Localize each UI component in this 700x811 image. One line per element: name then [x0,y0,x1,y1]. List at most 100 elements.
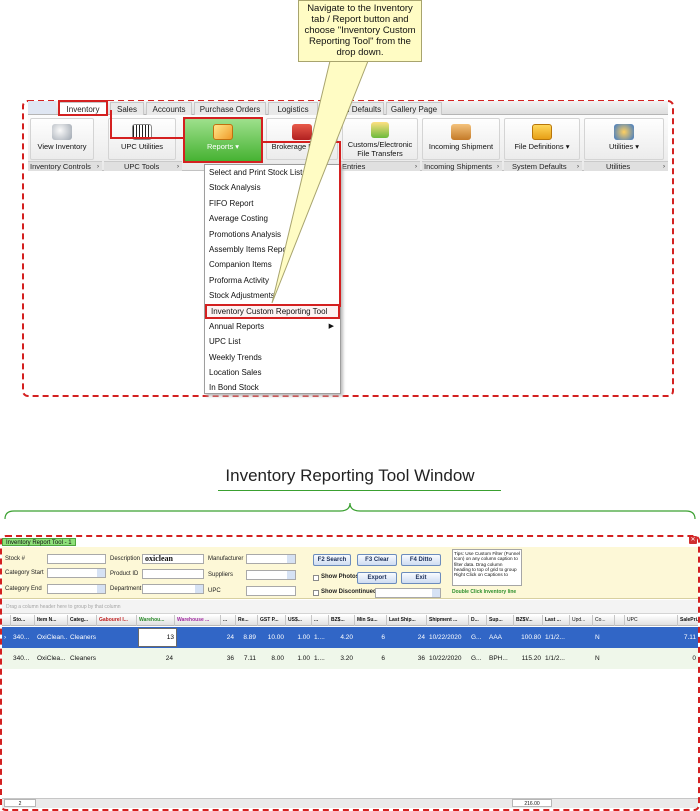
tab-logistics[interactable]: Logistics [268,102,318,115]
column-header[interactable]: US$... [286,615,312,626]
column-header[interactable]: ... [312,615,329,626]
upc-label: UPC [208,588,221,594]
category-end-select[interactable] [47,584,106,594]
product-id-input[interactable] [142,569,204,579]
menu-item-fifo-report[interactable]: FIFO Report [205,196,340,211]
column-header[interactable]: D... [469,615,487,626]
file-definitions-button[interactable]: File Definitions ▾ [504,118,580,160]
upc-input[interactable] [246,586,296,596]
column-header[interactable]: Upd... [570,615,593,626]
menu-item-inventory-custom-reporting-tool[interactable]: Inventory Custom Reporting Tool [205,303,340,319]
table-row[interactable]: 340... OxiClea... Cleaners 24 36 7.11 8.… [2,648,698,669]
menu-item-location-sales[interactable]: Location Sales [205,365,340,380]
column-header[interactable]: Sup... [487,615,514,626]
table-cell [175,648,221,669]
table-row[interactable]: › 340... OxiClean... Cleaners 13 24 8.89… [2,627,698,648]
incoming-shipment-button[interactable]: Incoming Shipment [422,118,500,160]
menu-item-upc-list[interactable]: UPC List [205,334,340,349]
file-transfer-icon [371,122,389,138]
column-header[interactable]: Warehouse ... [175,615,221,626]
suppliers-label: Suppliers [208,572,234,578]
binoculars-icon [52,124,72,140]
tab-accounts[interactable]: Accounts [146,102,192,115]
show-discontinued-checkbox[interactable] [313,590,319,596]
ditto-button[interactable]: F4 Ditto [401,554,441,566]
section-title: Inventory Reporting Tool Window [225,466,475,485]
column-header[interactable]: Min Su... [355,615,387,626]
export-button[interactable]: Export [357,572,397,584]
table-cell: G... [471,655,482,662]
description-input[interactable]: oxiclean [142,554,204,564]
column-header[interactable]: ... [221,615,236,626]
table-cell [177,627,221,648]
column-header[interactable]: Last ... [543,615,570,626]
menu-item-annual-reports[interactable]: Annual Reports ▶ [205,319,340,334]
table-cell: 10.00 [267,634,284,641]
tab-gallery-page[interactable]: Gallery Page [386,102,442,115]
table-cell: 1.... [314,655,325,662]
table-cell: 24 [226,634,234,641]
tab-purchase-orders[interactable]: Purchase Orders [194,102,266,115]
table-cell: 36 [226,655,234,662]
menu-item-average-costing[interactable]: Average Costing [205,211,340,226]
menu-item-assembly-items-report[interactable]: Assembly Items Report [205,242,340,257]
close-icon[interactable]: ✕ [689,536,697,544]
row-selector-icon: › [4,634,7,641]
menu-item-in-bond-stock[interactable]: In Bond Stock [205,380,340,395]
group-by-panel[interactable]: Drag a column header here to group by th… [2,600,698,614]
window-tab[interactable]: Inventory Report Tool - 1 [2,538,76,546]
column-header[interactable]: SalePri... [678,615,698,626]
search-button[interactable]: F2 Search [313,554,351,566]
column-header[interactable]: Warehou... [137,615,175,626]
table-cell [625,627,678,648]
category-start-select[interactable] [47,568,106,578]
menu-item-stock-adjustments[interactable]: Stock Adjustments [205,288,340,303]
group-incoming-shipments: Incoming Shipments › [422,161,502,171]
stock-input[interactable] [47,554,106,564]
tab-system-defaults[interactable]: System Defaults [320,102,384,115]
manufacturer-select[interactable] [246,554,296,564]
warehouse-edit-cell[interactable]: 13 [138,628,177,647]
column-header[interactable]: Sto... [11,615,35,626]
discontinued-select[interactable] [375,588,441,598]
menu-item-weekly-trends[interactable]: Weekly Trends [205,350,340,365]
column-header[interactable]: Categ... [68,615,97,626]
menu-item-promotions-analysis[interactable]: Promotions Analysis [205,227,340,242]
table-cell: N [595,634,600,641]
suppliers-select[interactable] [246,570,296,580]
menu-item-stock-analysis[interactable]: Stock Analysis [205,180,340,195]
group-system-defaults: System Defaults › [504,161,582,171]
tab-sales[interactable]: Sales [110,102,144,115]
column-header[interactable]: Last Ship... [387,615,427,626]
column-header[interactable]: Re... [236,615,258,626]
group-upc-tools: UPC Tools › [104,161,182,171]
app-menu-icon[interactable] [28,101,56,114]
table-cell: 8.89 [243,634,256,641]
menu-item-select-print-stock-lists[interactable]: Select and Print Stock Lists [205,165,340,180]
column-header[interactable]: Shipment ... [427,615,469,626]
column-header[interactable]: Item N... [35,615,68,626]
table-cell: 8.00 [271,655,284,662]
column-header[interactable]: Gabourel I... [97,615,137,626]
column-header[interactable]: BZ$V... [514,615,543,626]
column-header[interactable]: BZ$... [329,615,355,626]
column-header[interactable]: GST P... [258,615,286,626]
menu-item-proforma-activity[interactable]: Proforma Activity [205,273,340,288]
brokerage-utilities-button[interactable]: Brokerage Utilities [266,118,338,160]
title-underline [218,490,501,491]
department-select[interactable] [142,584,204,594]
view-inventory-button[interactable]: View Inventory [30,118,94,160]
customs-file-transfer-button[interactable]: Customs/Electronic File Transfers [342,118,418,160]
column-header[interactable]: Co... [593,615,615,626]
column-header[interactable]: UPC [625,615,678,626]
product-id-label: Product ID [110,571,139,577]
clear-button[interactable]: F3 Clear [357,554,397,566]
table-cell: 36 [417,655,425,662]
utilities-button[interactable]: Utilities ▾ [584,118,664,160]
menu-item-companion-items[interactable]: Companion Items [205,257,340,272]
column-header[interactable] [615,615,625,626]
exit-button[interactable]: Exit [401,572,441,584]
category-start-label: Category Start [5,570,44,576]
upc-utilities-button[interactable]: UPC Utilities [108,118,176,160]
show-photos-checkbox[interactable] [313,575,319,581]
